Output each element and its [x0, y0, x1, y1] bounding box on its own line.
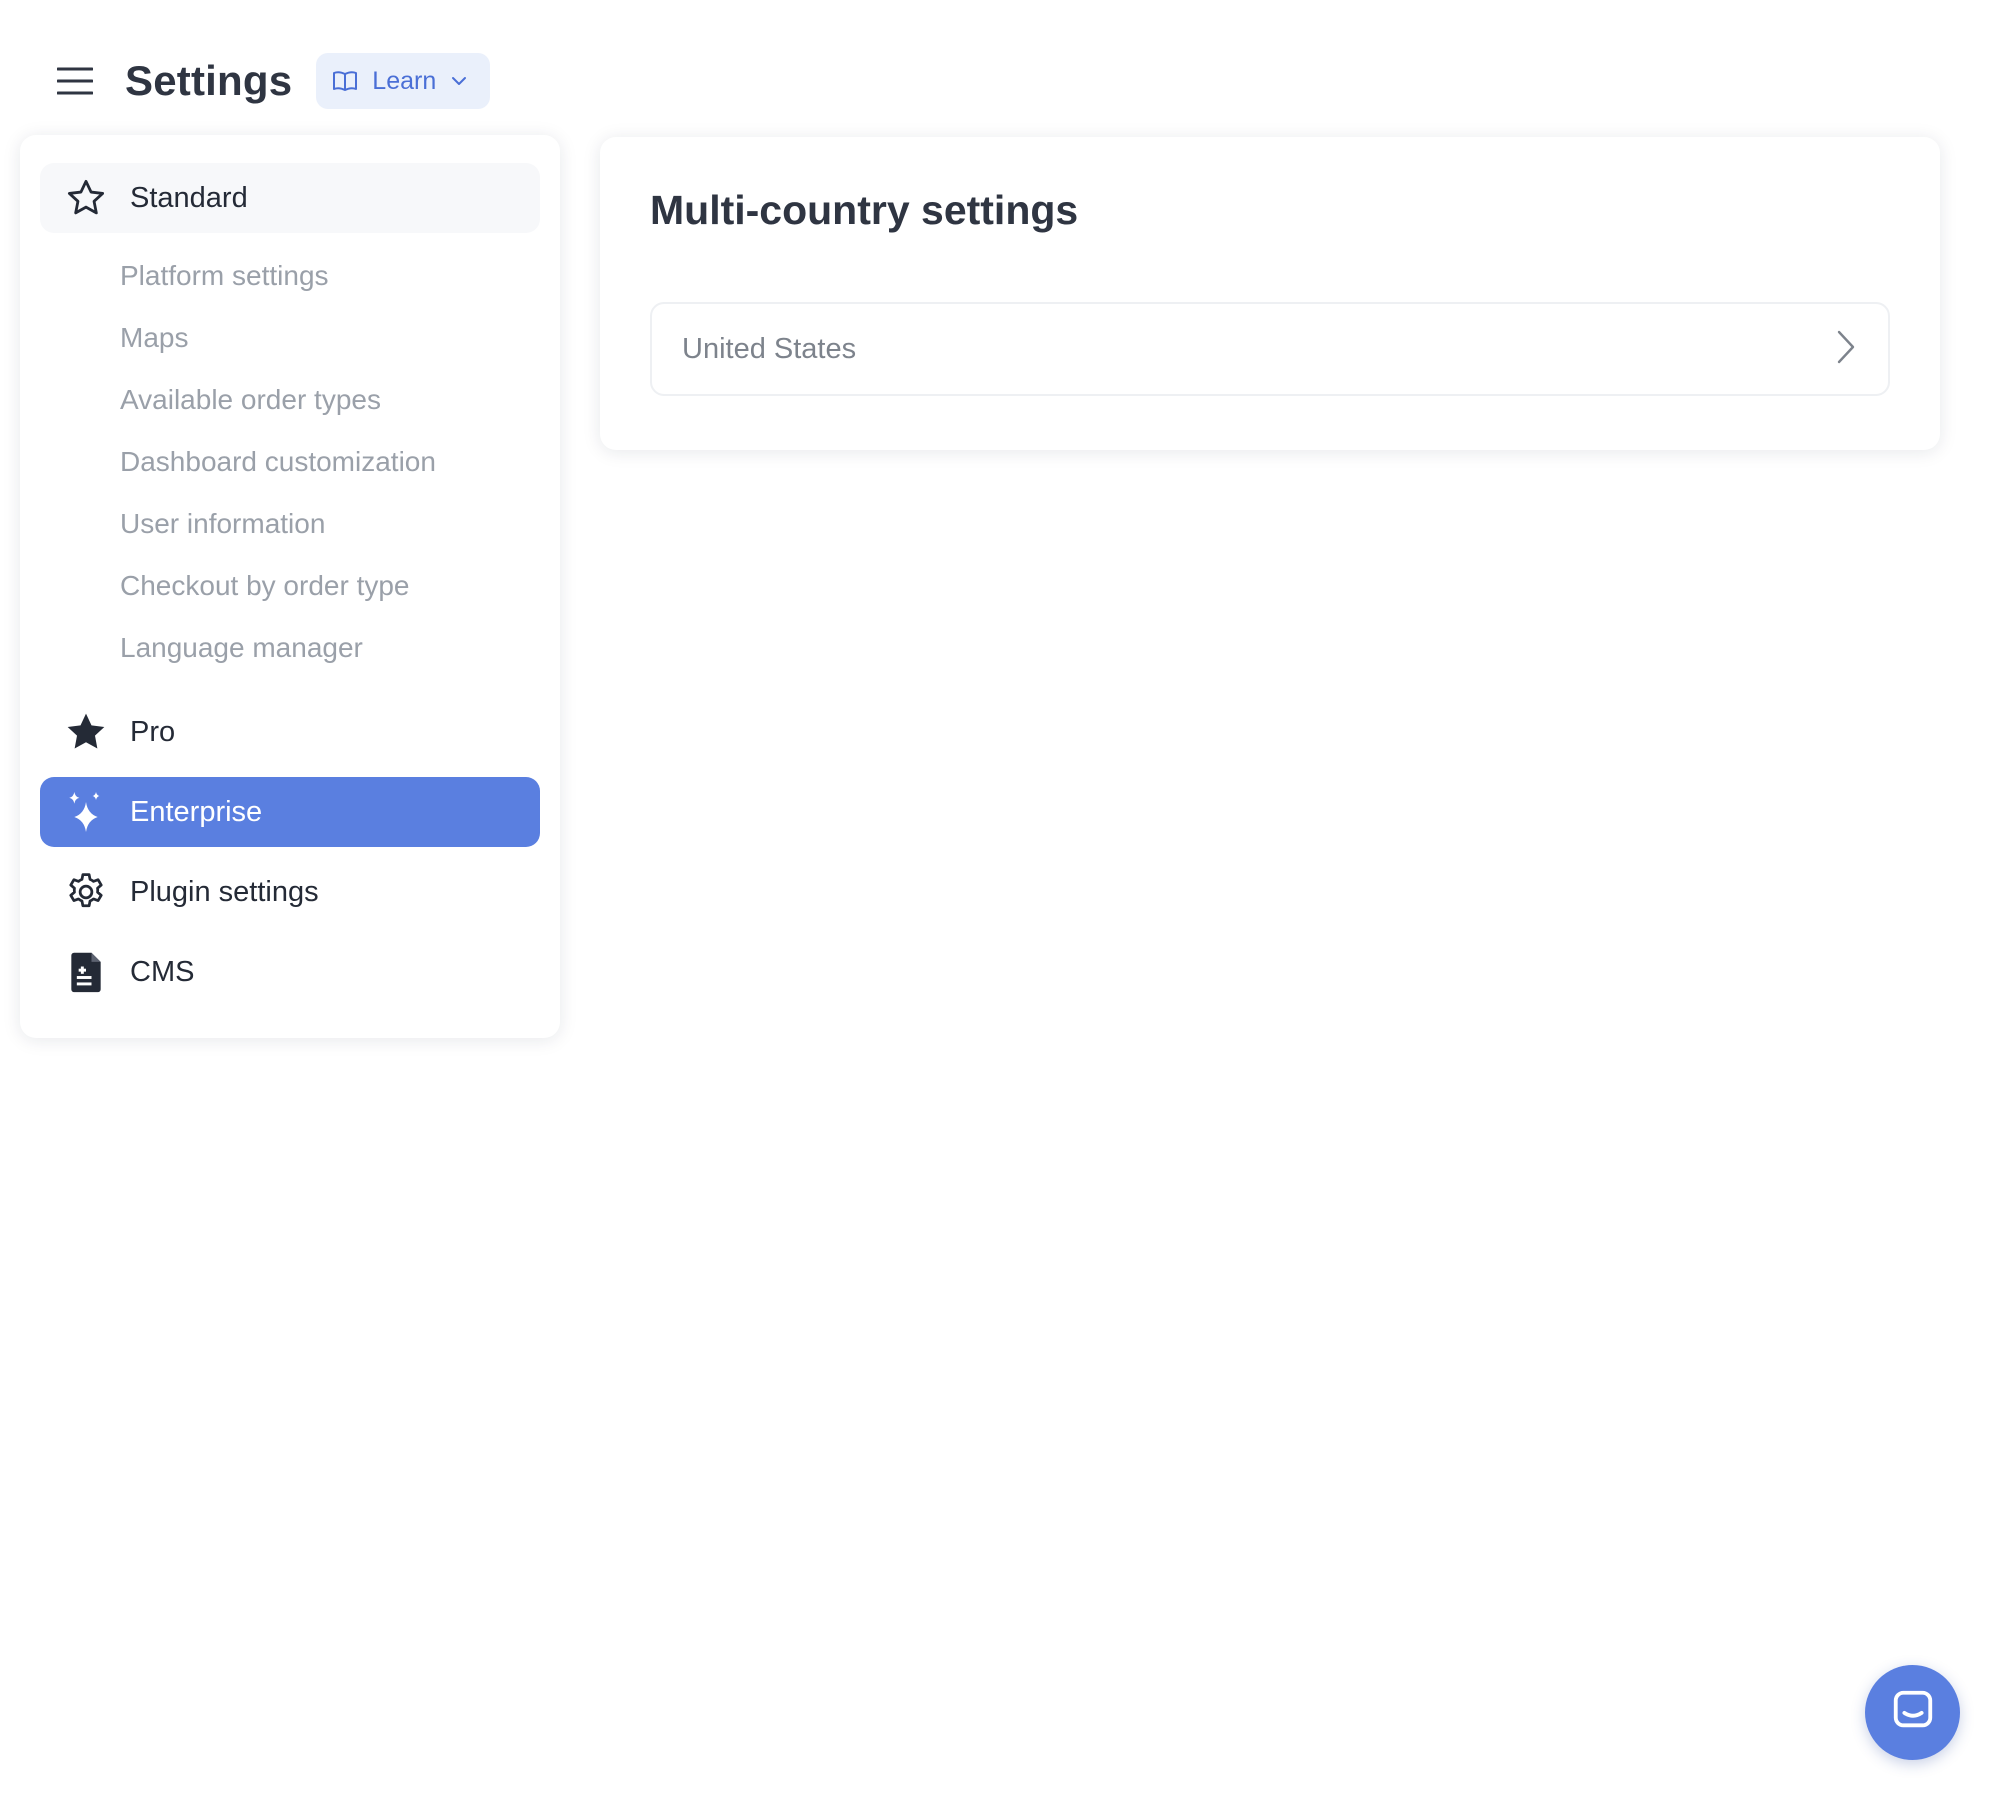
sidebar-item-pro[interactable]: Pro — [40, 697, 540, 767]
sidebar-item-cms[interactable]: CMS — [40, 937, 540, 1007]
sidebar-item-label: CMS — [130, 955, 195, 988]
sidebar-item-enterprise[interactable]: Enterprise — [40, 777, 540, 847]
book-icon — [332, 70, 358, 92]
gear-icon — [64, 870, 108, 914]
multi-country-settings-card: Multi-country settings United States — [600, 137, 1940, 450]
star-outline-icon — [64, 176, 108, 220]
chevron-down-icon — [450, 75, 468, 87]
sidebar-item-standard[interactable]: Standard — [40, 163, 540, 233]
chat-launcher-button[interactable] — [1865, 1665, 1960, 1760]
document-icon — [64, 950, 108, 994]
sparkles-icon — [64, 790, 108, 834]
sidebar-subitem-checkout-by-order-type[interactable]: Checkout by order type — [20, 555, 560, 617]
top-bar: Settings Learn — [55, 50, 491, 112]
star-filled-icon — [64, 710, 108, 754]
learn-label: Learn — [372, 66, 437, 95]
sidebar-subitem-dashboard-customization[interactable]: Dashboard customization — [20, 431, 560, 493]
sidebar-subitem-available-order-types[interactable]: Available order types — [20, 369, 560, 431]
sidebar-item-label: Pro — [130, 715, 176, 748]
sidebar-item-label: Enterprise — [130, 795, 263, 828]
page-title: Settings — [125, 57, 293, 104]
chevron-right-icon — [1834, 328, 1858, 371]
country-row-united-states[interactable]: United States — [650, 302, 1890, 396]
chat-bubble-icon — [1890, 1687, 1936, 1738]
sidebar-subitem-maps[interactable]: Maps — [20, 307, 560, 369]
sidebar-item-label: Plugin settings — [130, 875, 319, 908]
section-title: Multi-country settings — [650, 187, 1079, 233]
sidebar-item-plugin-settings[interactable]: Plugin settings — [40, 857, 540, 927]
sidebar-subitem-platform-settings[interactable]: Platform settings — [20, 245, 560, 307]
standard-sub-list: Platform settings Maps Available order t… — [20, 245, 560, 679]
sidebar-subitem-language-manager[interactable]: Language manager — [20, 617, 560, 679]
country-name: United States — [682, 332, 857, 365]
settings-sidebar: Standard Platform settings Maps Availabl… — [20, 135, 560, 1038]
learn-button[interactable]: Learn — [316, 53, 491, 109]
sidebar-subitem-user-information[interactable]: User information — [20, 493, 560, 555]
hamburger-menu-icon[interactable] — [55, 61, 95, 101]
sidebar-item-label: Standard — [130, 181, 248, 214]
